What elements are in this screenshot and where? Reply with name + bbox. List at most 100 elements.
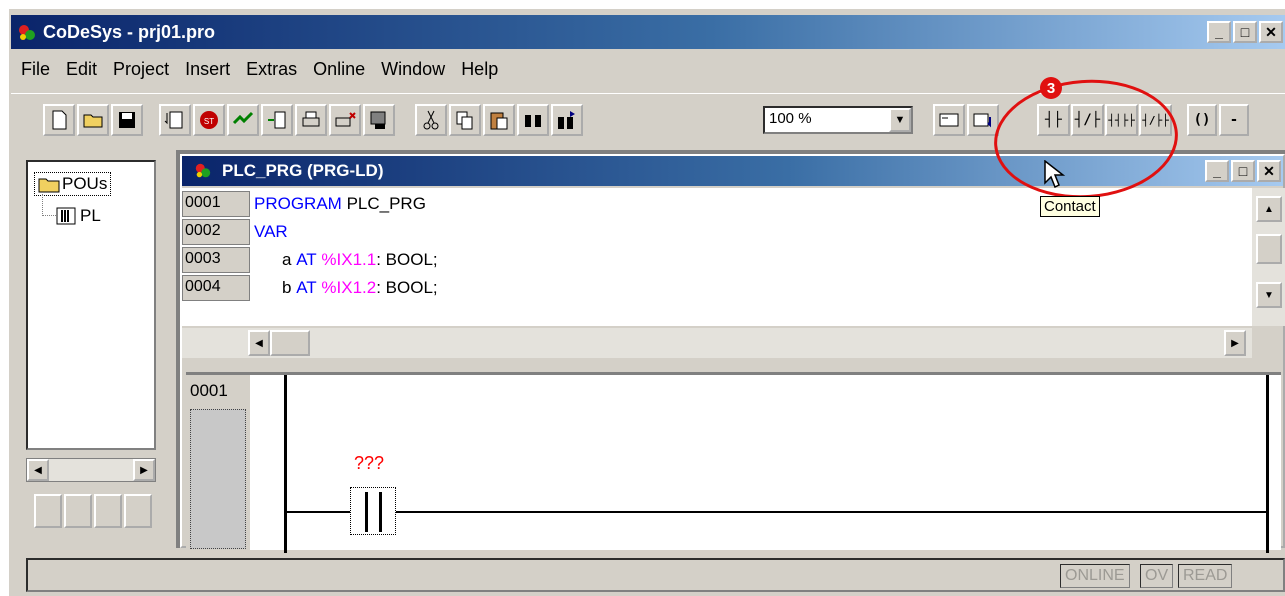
title-bar: CoDeSys - prj01.pro _ □ ✕ <box>11 15 1285 49</box>
paste-icon <box>490 112 508 130</box>
code-keyword: VAR <box>254 222 288 241</box>
tree-item-plc-prg[interactable]: PL <box>56 206 101 226</box>
var-address: %IX1.2 <box>321 278 377 297</box>
copy-button[interactable] <box>449 104 481 136</box>
folder-icon <box>38 178 60 193</box>
status-read: READ <box>1178 564 1233 588</box>
find-next-icon <box>558 111 575 129</box>
new-file-icon <box>52 110 67 130</box>
network-selection[interactable] <box>190 409 246 549</box>
menu-file[interactable]: File <box>13 55 58 85</box>
contact-tooltip: Contact <box>1040 196 1100 217</box>
mdi-area: PLC_PRG (PRG-LD) _ □ ✕ 0001 PROGRAM PLC_… <box>176 150 1285 553</box>
print-button[interactable] <box>295 104 327 136</box>
code-keyword: AT <box>296 250 317 269</box>
tree-root-label: POUs <box>62 174 108 193</box>
scroll-up-icon[interactable]: ▲ <box>1256 196 1282 222</box>
tab-resources[interactable] <box>124 494 152 528</box>
right-power-rail <box>1266 375 1269 553</box>
tree-hscrollbar[interactable]: ◀ ▶ <box>26 458 156 482</box>
menu-help[interactable]: Help <box>453 55 506 85</box>
monitor-button[interactable] <box>363 104 395 136</box>
code-line[interactable]: 0003 a AT %IX1.1 : BOOL; <box>182 246 1252 274</box>
run-button[interactable] <box>227 104 259 136</box>
editor-close-button[interactable]: ✕ <box>1257 160 1281 182</box>
mouse-cursor-icon <box>1044 160 1066 189</box>
decl-hscrollbar[interactable]: ◀ ▶ <box>182 328 1252 358</box>
menu-window[interactable]: Window <box>373 55 453 85</box>
scroll-right-icon[interactable]: ▶ <box>133 459 155 481</box>
maximize-button[interactable]: □ <box>1233 21 1257 43</box>
code-line[interactable]: 0002 VAR <box>182 218 1252 246</box>
tree-connector <box>42 194 56 216</box>
save-button[interactable] <box>111 104 143 136</box>
ld-more-icon: - <box>1229 112 1239 128</box>
coil-button[interactable]: () <box>1187 104 1217 136</box>
var-type: : BOOL; <box>376 250 438 269</box>
pou-tree[interactable]: POUs PL <box>26 160 156 450</box>
menu-insert[interactable]: Insert <box>177 55 238 85</box>
step-in-button[interactable] <box>261 104 293 136</box>
open-file-button[interactable] <box>77 104 109 136</box>
download-button[interactable] <box>159 104 191 136</box>
editor-minimize-button[interactable]: _ <box>1205 160 1229 182</box>
network-before-button[interactable] <box>933 104 965 136</box>
editor-title: PLC_PRG (PRG-LD) <box>222 161 384 180</box>
network-column: 0001 <box>186 375 250 553</box>
scroll-left-icon[interactable]: ◀ <box>27 459 49 481</box>
folder-open-icon <box>83 114 103 128</box>
vscroll-thumb[interactable] <box>1256 234 1282 264</box>
paste-button[interactable] <box>483 104 515 136</box>
status-online: ONLINE <box>1060 564 1130 588</box>
cut-button[interactable] <box>415 104 447 136</box>
scroll-down-icon[interactable]: ▼ <box>1256 282 1282 308</box>
zoom-select[interactable]: 100 % ▼ <box>763 106 913 134</box>
line-number: 0002 <box>182 219 250 245</box>
code-line[interactable]: 0004 b AT %IX1.2 : BOOL; <box>182 274 1252 302</box>
line-number: 0001 <box>182 191 250 217</box>
hscroll-thumb[interactable] <box>270 330 310 356</box>
code-keyword: PROGRAM <box>254 194 342 213</box>
print-delete-icon <box>335 112 356 127</box>
tab-visualizations[interactable] <box>94 494 122 528</box>
pou-window-icon <box>195 163 211 178</box>
print-delete-button[interactable] <box>329 104 361 136</box>
var-name: a <box>282 250 292 269</box>
scissors-icon <box>423 110 439 130</box>
more-ld-button[interactable]: - <box>1219 104 1249 136</box>
tree-item-pous[interactable]: POUs <box>34 172 112 196</box>
rung-line <box>286 511 1267 513</box>
contact-right-bar <box>379 492 382 532</box>
stop-button[interactable]: ST <box>193 104 225 136</box>
editor-maximize-button[interactable]: □ <box>1231 160 1255 182</box>
var-address: %IX1.1 <box>321 250 377 269</box>
scroll-right-icon[interactable]: ▶ <box>1224 330 1246 356</box>
decl-vscrollbar[interactable]: ▲ ▼ <box>1252 188 1285 326</box>
coil-icon: () <box>1193 112 1211 128</box>
menu-project[interactable]: Project <box>105 55 177 85</box>
find-button[interactable] <box>517 104 549 136</box>
status-bar: ONLINE OV READ <box>26 558 1285 592</box>
menu-edit[interactable]: Edit <box>58 55 105 85</box>
tab-data-types[interactable] <box>64 494 92 528</box>
chevron-down-icon[interactable]: ▼ <box>889 108 911 132</box>
menu-online[interactable]: Online <box>305 55 373 85</box>
minimize-button[interactable]: _ <box>1207 21 1231 43</box>
contact-element[interactable] <box>350 487 396 535</box>
new-file-button[interactable] <box>43 104 75 136</box>
annotation-badge: 3 <box>1040 77 1062 99</box>
ladder-editor[interactable]: 0001 ??? <box>186 372 1281 553</box>
tab-pous[interactable] <box>34 494 62 528</box>
contact-left-bar <box>365 492 368 532</box>
close-button[interactable]: ✕ <box>1259 21 1283 43</box>
download-icon <box>164 111 183 129</box>
scroll-left-icon[interactable]: ◀ <box>248 330 270 356</box>
find-next-button[interactable] <box>551 104 583 136</box>
network-after-button[interactable] <box>967 104 999 136</box>
menu-extras[interactable]: Extras <box>238 55 305 85</box>
contact-variable-label[interactable]: ??? <box>354 453 384 474</box>
code-keyword: AT <box>296 278 317 297</box>
network-before-icon <box>939 113 959 127</box>
run-icon <box>232 111 254 125</box>
step-in-icon <box>268 111 286 129</box>
